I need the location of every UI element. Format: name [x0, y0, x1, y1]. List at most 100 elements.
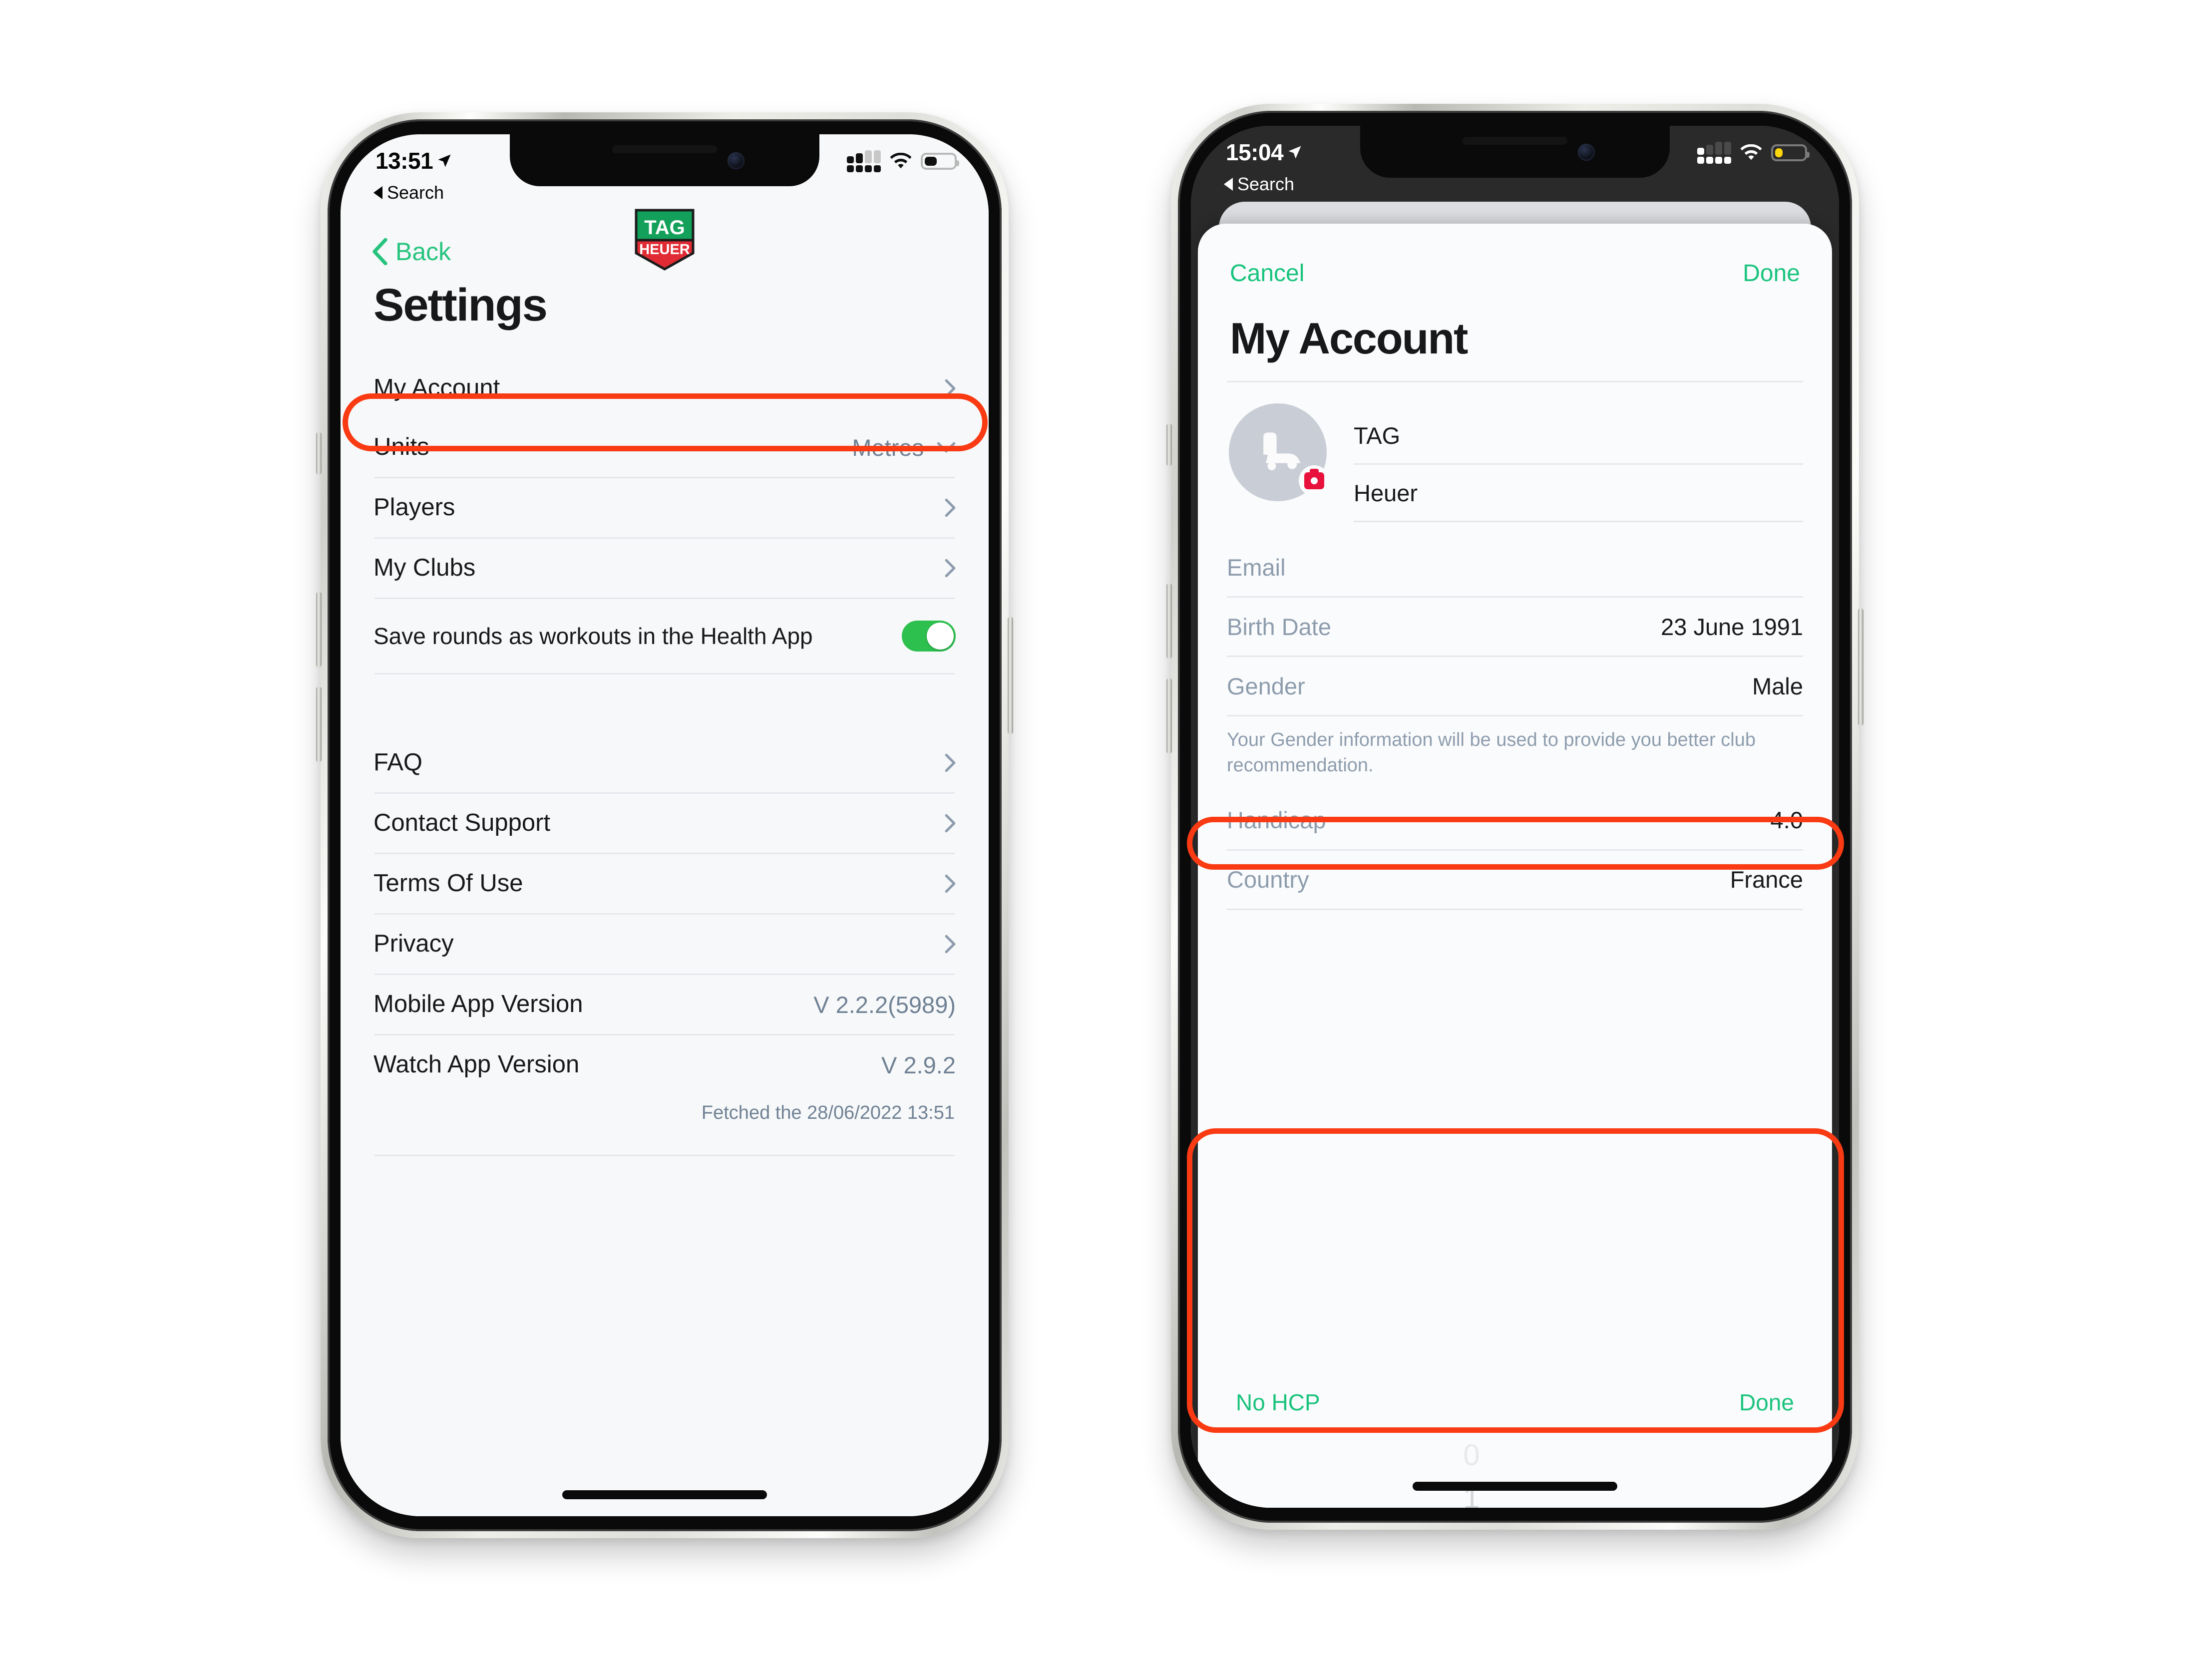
notch: [510, 134, 819, 186]
settings-row-contact-support[interactable]: Contact Support: [373, 794, 956, 853]
done-button[interactable]: Done: [1743, 260, 1800, 287]
svg-text:TAG: TAG: [644, 217, 685, 239]
chevron-right-icon: [945, 559, 956, 578]
picker-column-decimal[interactable]: . . . 0 1 2 3: [1531, 1434, 1586, 1508]
back-to-search-link[interactable]: Search: [1224, 174, 1294, 195]
back-button[interactable]: Back: [371, 237, 451, 266]
status-time: 15:04: [1226, 139, 1284, 165]
cellular-signal-icon: [1697, 142, 1731, 164]
settings-row-my-clubs[interactable]: My Clubs: [373, 539, 956, 598]
phone-1-settings: 13:51 Search TAG HEUER Back Settings My …: [316, 112, 1013, 1538]
first-name-field[interactable]: TAG: [1354, 407, 1803, 463]
divider: [1227, 908, 1803, 910]
name-fields: TAG Heuer: [1354, 403, 1803, 522]
chevron-right-icon: [945, 379, 956, 398]
account-row-birth-date[interactable]: Birth Date 23 June 1991: [1227, 598, 1803, 656]
settings-row-terms-of-use[interactable]: Terms Of Use: [373, 854, 956, 913]
picker-toolbar: No HCP Done: [1205, 1372, 1825, 1416]
profile-name-block: TAG Heuer: [1227, 382, 1803, 525]
health-app-toggle[interactable]: [902, 621, 956, 652]
settings-row-label: Players: [373, 494, 455, 521]
phone-2-my-account: 15:04 Search Cancel Done My Account TAG …: [1166, 104, 1863, 1530]
front-camera: [728, 152, 744, 169]
phone-1-bezel: 13:51 Search TAG HEUER Back Settings My …: [328, 119, 1002, 1531]
status-time-group: 13:51: [375, 147, 452, 174]
email-label: Email: [1227, 554, 1286, 581]
settings-row-faq[interactable]: FAQ: [373, 733, 956, 792]
back-to-search-link[interactable]: Search: [373, 182, 444, 203]
settings-row-label: My Account: [373, 374, 500, 402]
volume-down-button[interactable]: [316, 686, 322, 762]
chevron-right-icon: [945, 814, 956, 833]
settings-row-label: Privacy: [373, 930, 454, 958]
picker-columns: 0 1 2 4 5 6 7 .: [1205, 1434, 1825, 1508]
settings-row-accessory: Metres: [852, 434, 956, 461]
account-row-gender[interactable]: Gender Male: [1227, 657, 1803, 715]
picker-done-button[interactable]: Done: [1739, 1389, 1794, 1416]
settings-row-accessory: [945, 559, 956, 578]
settings-row-label: My Clubs: [373, 554, 476, 582]
picker-wheel[interactable]: 0 1 2 4 5 6 7 .: [1205, 1434, 1825, 1508]
toggle-knob: [927, 623, 954, 650]
settings-row-label: Terms Of Use: [373, 870, 523, 897]
back-button-label: Back: [395, 238, 451, 266]
units-value: Metres: [852, 434, 924, 461]
battery-icon: [921, 153, 959, 170]
settings-row-accessory: [945, 753, 956, 772]
settings-row-label: Save rounds as workouts in the Health Ap…: [373, 623, 813, 649]
mute-switch[interactable]: [316, 432, 322, 475]
settings-row-save-rounds-health[interactable]: Save rounds as workouts in the Health Ap…: [373, 599, 956, 673]
earpiece-speaker: [612, 145, 717, 153]
settings-row-label: Watch App Version: [373, 1051, 580, 1078]
cancel-button[interactable]: Cancel: [1230, 260, 1304, 287]
cellular-signal-icon: [847, 150, 881, 172]
settings-row-units[interactable]: Units Metres: [373, 418, 956, 477]
last-name-field[interactable]: Heuer: [1354, 465, 1803, 521]
sheet-toolbar: Cancel Done: [1198, 224, 1832, 287]
location-arrow-icon: [1288, 146, 1301, 159]
settings-row-players[interactable]: Players: [373, 478, 956, 537]
account-row-email[interactable]: Email: [1227, 538, 1803, 596]
power-button[interactable]: [1008, 617, 1013, 734]
settings-row-mobile-app-version: Mobile App Version V 2.2.2(5989): [373, 975, 956, 1034]
account-row-country[interactable]: Country France: [1227, 851, 1803, 909]
avatar[interactable]: [1229, 403, 1330, 501]
settings-row-label: Contact Support: [373, 809, 551, 837]
camera-icon[interactable]: [1299, 465, 1330, 496]
no-hcp-button[interactable]: No HCP: [1236, 1389, 1320, 1416]
golf-buggy-avatar-icon: [1263, 432, 1301, 470]
gender-hint-text: Your Gender information will be used to …: [1227, 729, 1756, 776]
settings-row-watch-app-version: Watch App Version V 2.9.2: [373, 1035, 956, 1094]
birth-date-label: Birth Date: [1227, 613, 1331, 640]
settings-row-accessory: [945, 379, 956, 398]
chevron-right-icon: [945, 498, 956, 517]
tag-heuer-shield-icon: TAG HEUER: [635, 209, 695, 271]
account-row-handicap[interactable]: Handicap 4.0: [1227, 791, 1803, 849]
back-app-label: Search: [387, 182, 444, 203]
home-indicator[interactable]: [1413, 1482, 1617, 1491]
my-account-sheet: Cancel Done My Account TAG Heuer Email B…: [1198, 224, 1832, 1508]
volume-up-button[interactable]: [1166, 583, 1172, 659]
chevron-right-icon: [945, 753, 956, 772]
wifi-icon: [1740, 144, 1762, 160]
settings-row-accessory: [945, 935, 956, 954]
page-title: Settings: [373, 280, 548, 331]
power-button[interactable]: [1858, 608, 1863, 726]
volume-down-button[interactable]: [1166, 678, 1172, 754]
volume-up-button[interactable]: [316, 592, 322, 667]
battery-icon: [1771, 144, 1810, 161]
settings-row-privacy[interactable]: Privacy: [373, 915, 956, 974]
settings-row-label: Mobile App Version: [373, 991, 583, 1018]
home-indicator[interactable]: [562, 1490, 767, 1499]
settings-row-accessory: [945, 874, 956, 893]
divider: [374, 1155, 955, 1156]
svg-text:HEUER: HEUER: [639, 242, 690, 258]
mute-switch[interactable]: [1166, 423, 1172, 466]
picker-column-whole[interactable]: 0 1 2 4 5 6 7: [1444, 1434, 1499, 1508]
chevron-down-icon: [937, 442, 956, 453]
gender-value: Male: [1752, 672, 1803, 699]
chevron-right-icon: [945, 874, 956, 893]
settings-row-my-account[interactable]: My Account: [373, 359, 956, 418]
mobile-app-version-value: V 2.2.2(5989): [813, 991, 956, 1018]
